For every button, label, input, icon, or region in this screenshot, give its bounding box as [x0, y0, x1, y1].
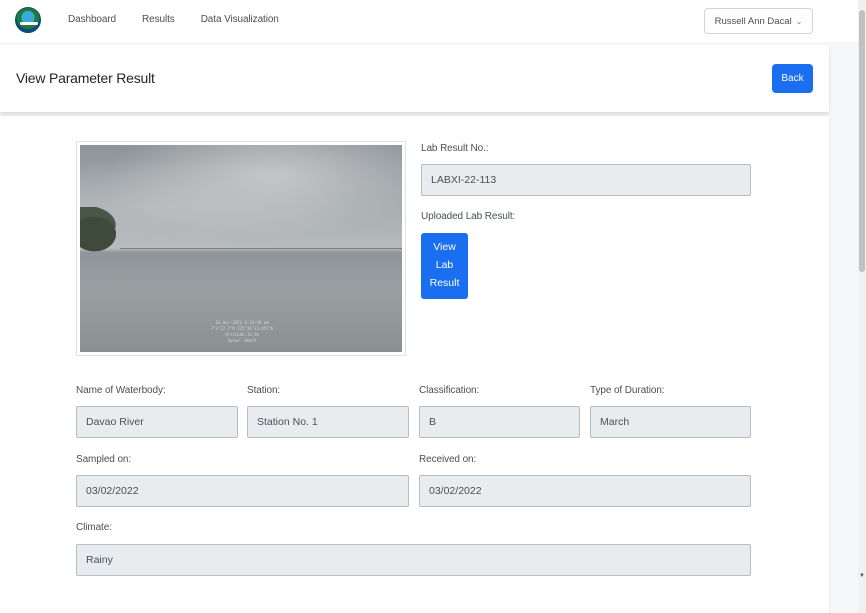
station-label: Station:: [247, 385, 281, 396]
duration-label: Type of Duration:: [590, 385, 665, 396]
photo-stamp-line: Speed: 0km/h: [227, 338, 257, 343]
agency-logo-icon[interactable]: [15, 7, 41, 33]
sampled-on-label: Sampled on:: [76, 454, 132, 465]
nav-link-data-visualization[interactable]: Data Visualization: [201, 14, 279, 25]
scroll-down-arrow-icon[interactable]: ▼: [858, 572, 866, 580]
received-on-field: 03/02/2022: [419, 475, 751, 507]
climate-field: Rainy: [76, 544, 751, 576]
waterbody-field: Davao River: [76, 406, 238, 438]
uploaded-lab-result-label: Uploaded Lab Result:: [421, 211, 516, 222]
user-menu-button[interactable]: Russell Ann Dacal ⌄: [704, 8, 813, 34]
photo-trees: [80, 207, 128, 252]
scrollbar-thumb[interactable]: [859, 10, 865, 272]
chevron-down-icon: ⌄: [795, 16, 803, 26]
classification-label: Classification:: [419, 385, 480, 396]
page-scrollbar[interactable]: ▼: [858, 0, 866, 613]
top-navbar: Dashboard Results Data Visualization Rus…: [0, 0, 858, 42]
view-button-line: Result: [429, 277, 460, 289]
photo-sky: [80, 145, 402, 249]
view-button-line: View: [433, 241, 456, 253]
nav-links: Dashboard Results Data Visualization: [68, 14, 305, 25]
waterbody-label: Name of Waterbody:: [76, 385, 166, 396]
photo-geo-stamp: 16-Apr-2022 9:19:48 am 7°3'27.7"N 125°36…: [202, 320, 282, 350]
nav-link-dashboard[interactable]: Dashboard: [68, 14, 116, 25]
page-header: View Parameter Result Back: [0, 45, 829, 112]
user-name: Russell Ann Dacal: [714, 15, 792, 27]
sample-photo: 16-Apr-2022 9:19:48 am 7°3'27.7"N 125°36…: [80, 145, 402, 352]
lab-result-no-field: LABXI-22-113: [421, 164, 751, 196]
lab-result-no-label: Lab Result No.:: [421, 143, 489, 154]
page-title: View Parameter Result: [16, 70, 155, 86]
received-on-label: Received on:: [419, 454, 477, 465]
duration-field: March: [590, 406, 751, 438]
sample-photo-frame: 16-Apr-2022 9:19:48 am 7°3'27.7"N 125°36…: [76, 141, 406, 356]
view-button-line: Lab: [435, 259, 454, 271]
station-field: Station No. 1: [247, 406, 409, 438]
view-lab-result-button[interactable]: View Lab Result: [421, 233, 468, 299]
climate-label: Climate:: [76, 522, 112, 533]
nav-link-results[interactable]: Results: [142, 14, 175, 25]
sampled-on-field: 03/02/2022: [76, 475, 409, 507]
photo-horizon: [120, 248, 402, 249]
back-button[interactable]: Back: [772, 64, 813, 93]
classification-field: B: [419, 406, 580, 438]
